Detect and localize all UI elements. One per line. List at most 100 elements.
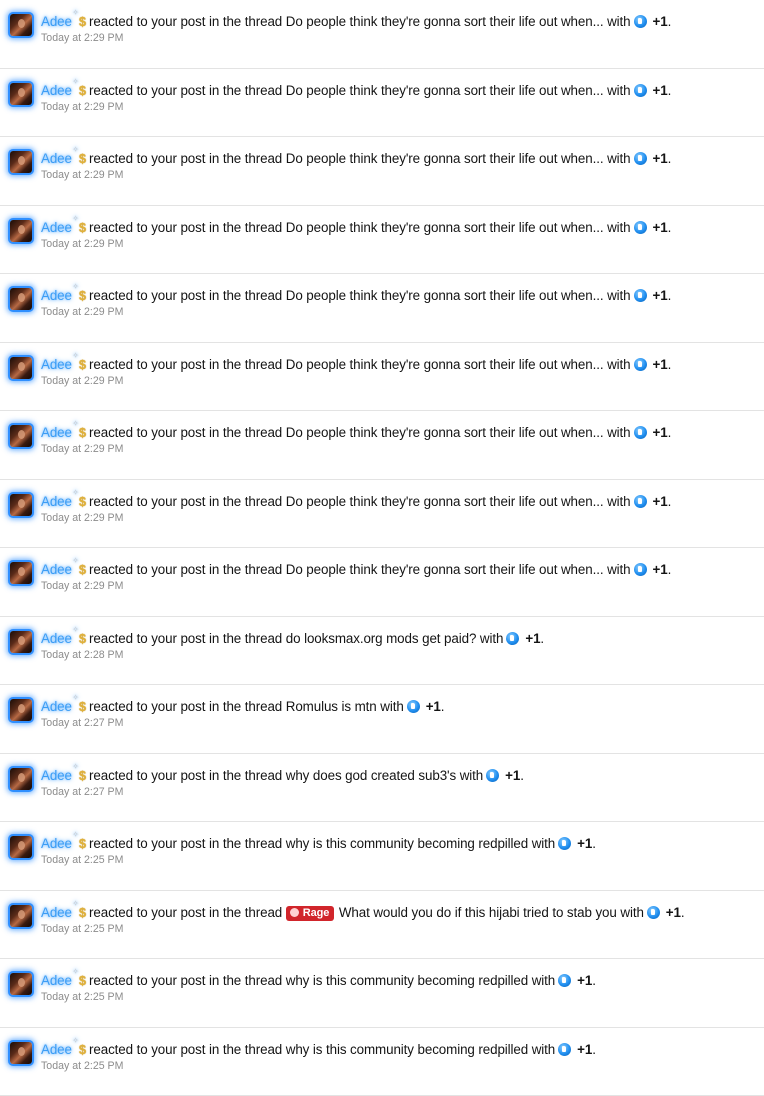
reaction-label: +1 bbox=[653, 151, 668, 166]
alert-item[interactable]: Adee✧$reacted to your post in the thread… bbox=[0, 959, 764, 1028]
alert-period: . bbox=[668, 562, 672, 577]
username-link[interactable]: Adee✧ bbox=[41, 905, 72, 920]
alert-action-text: reacted to your post in the thread bbox=[89, 905, 282, 920]
alert-item[interactable]: Adee✧$reacted to your post in the thread… bbox=[0, 0, 764, 69]
avatar[interactable] bbox=[10, 768, 32, 790]
username-link[interactable]: Adee✧ bbox=[41, 220, 72, 235]
username-link[interactable]: Adee✧ bbox=[41, 357, 72, 372]
username-link[interactable]: Adee✧ bbox=[41, 768, 72, 783]
username-link[interactable]: Adee✧ bbox=[41, 562, 72, 577]
thread-title-link[interactable]: Do people think they're gonna sort their… bbox=[286, 83, 604, 98]
avatar[interactable] bbox=[10, 699, 32, 721]
username-link[interactable]: Adee✧ bbox=[41, 425, 72, 440]
alert-period: . bbox=[520, 768, 524, 783]
avatar[interactable] bbox=[10, 494, 32, 516]
username-link[interactable]: Adee✧ bbox=[41, 836, 72, 851]
username-link[interactable]: Adee✧ bbox=[41, 494, 72, 509]
avatar[interactable] bbox=[10, 220, 32, 242]
avatar[interactable] bbox=[10, 973, 32, 995]
alert-with-text: with bbox=[607, 14, 630, 29]
sparkle-icon: ✧ bbox=[72, 215, 79, 223]
coin-icon: $ bbox=[79, 630, 86, 648]
alert-item[interactable]: Adee✧$reacted to your post in the thread… bbox=[0, 1028, 764, 1096]
sparkle-icon: ✧ bbox=[72, 694, 79, 702]
alert-timestamp: Today at 2:27 PM bbox=[41, 717, 123, 729]
alert-item[interactable]: Adee✧$reacted to your post in the thread… bbox=[0, 69, 764, 138]
sparkle-icon: ✧ bbox=[72, 420, 79, 428]
username-link[interactable]: Adee✧ bbox=[41, 1042, 72, 1057]
alert-period: . bbox=[668, 220, 672, 235]
avatar[interactable] bbox=[10, 14, 32, 36]
thread-title-link[interactable]: Do people think they're gonna sort their… bbox=[286, 288, 604, 303]
alert-item[interactable]: Adee✧ $reacted to your post in the thread… bbox=[0, 617, 764, 686]
username-link[interactable]: Adee✧ bbox=[41, 631, 72, 646]
username-link[interactable]: Adee✧ bbox=[41, 699, 72, 714]
alert-item[interactable]: Adee✧$reacted to your post in the thread… bbox=[0, 343, 764, 412]
alert-text: Adee✧$reacted to your post in the thread… bbox=[41, 972, 596, 990]
alert-timestamp: Today at 2:29 PM bbox=[41, 375, 123, 387]
reaction-label: +1 bbox=[577, 973, 592, 988]
alert-item[interactable]: Adee✧$reacted to your post in the thread… bbox=[0, 480, 764, 549]
username-text: Adee bbox=[41, 288, 72, 303]
thread-title-link[interactable]: Do people think they're gonna sort their… bbox=[286, 425, 604, 440]
alert-timestamp: Today at 2:25 PM bbox=[41, 854, 123, 866]
avatar[interactable] bbox=[10, 1042, 32, 1064]
username-link[interactable]: Adee✧ bbox=[41, 973, 72, 988]
like-icon bbox=[634, 426, 647, 439]
alert-item[interactable]: Adee✧$reacted to your post in the thread… bbox=[0, 891, 764, 960]
thread-prefix-badge[interactable]: Rage bbox=[286, 906, 335, 921]
reaction-label: +1 bbox=[653, 220, 668, 235]
alert-item[interactable]: Adee✧$reacted to your post in the thread… bbox=[0, 754, 764, 823]
sparkle-icon: ✧ bbox=[72, 9, 79, 17]
username-link[interactable]: Adee✧ bbox=[41, 14, 72, 29]
alert-action-text: reacted to your post in the thread bbox=[89, 631, 282, 646]
username-link[interactable]: Adee✧ bbox=[41, 83, 72, 98]
thread-title-link[interactable]: What would you do if this hijabi tried t… bbox=[339, 905, 617, 920]
avatar[interactable] bbox=[10, 83, 32, 105]
alert-text: Adee✧$reacted to your post in the thread… bbox=[41, 493, 671, 511]
thread-title-link[interactable]: do looksmax.org mods get paid? bbox=[286, 631, 477, 646]
alert-item[interactable]: Adee✧$reacted to your post in the thread… bbox=[0, 274, 764, 343]
sparkle-icon: ✧ bbox=[72, 489, 79, 497]
thread-title-link[interactable]: why is this community becoming redpilled bbox=[286, 1042, 528, 1057]
username-link[interactable]: Adee✧ bbox=[41, 151, 72, 166]
thread-title-link[interactable]: Do people think they're gonna sort their… bbox=[286, 151, 604, 166]
avatar[interactable] bbox=[10, 151, 32, 173]
alert-item[interactable]: Adee✧$reacted to your post in the thread… bbox=[0, 411, 764, 480]
avatar[interactable] bbox=[10, 836, 32, 858]
alert-period: . bbox=[668, 288, 672, 303]
thread-title-link[interactable]: why is this community becoming redpilled bbox=[286, 836, 528, 851]
thread-title-link[interactable]: why does god created sub3's bbox=[286, 768, 456, 783]
username-link[interactable]: Adee✧ bbox=[41, 288, 72, 303]
alert-item[interactable]: Adee✧$reacted to your post in the thread… bbox=[0, 685, 764, 754]
avatar[interactable] bbox=[10, 562, 32, 584]
thread-prefix-label: Rage bbox=[303, 907, 330, 919]
thread-title-link[interactable]: Do people think they're gonna sort their… bbox=[286, 14, 604, 29]
thread-title-link[interactable]: Do people think they're gonna sort their… bbox=[286, 357, 604, 372]
avatar[interactable] bbox=[10, 357, 32, 379]
thread-title-link[interactable]: Do people think they're gonna sort their… bbox=[286, 562, 604, 577]
alert-period: . bbox=[668, 83, 672, 98]
alert-text: Adee✧$reacted to your post in the thread… bbox=[41, 82, 671, 100]
alert-item[interactable]: Adee✧$reacted to your post in the thread… bbox=[0, 822, 764, 891]
alert-item[interactable]: Adee✧$reacted to your post in the thread… bbox=[0, 206, 764, 275]
avatar[interactable] bbox=[10, 288, 32, 310]
alert-item[interactable]: Adee✧$reacted to your post in the thread… bbox=[0, 548, 764, 617]
alert-action-text: reacted to your post in the thread bbox=[89, 14, 282, 29]
thread-title-link[interactable]: Romulus is mtn bbox=[286, 699, 377, 714]
thread-title-link[interactable]: why is this community becoming redpilled bbox=[286, 973, 528, 988]
alert-item[interactable]: Adee✧$reacted to your post in the thread… bbox=[0, 137, 764, 206]
avatar[interactable] bbox=[10, 631, 32, 653]
like-icon bbox=[634, 563, 647, 576]
username-text: Adee bbox=[41, 631, 72, 646]
coin-icon: $ bbox=[79, 1041, 86, 1059]
thread-title-link[interactable]: Do people think they're gonna sort their… bbox=[286, 220, 604, 235]
alert-with-text: with bbox=[620, 905, 643, 920]
avatar[interactable] bbox=[10, 425, 32, 447]
thread-title-link[interactable]: Do people think they're gonna sort their… bbox=[286, 494, 604, 509]
alert-with-text: with bbox=[480, 631, 503, 646]
alert-text: Adee✧$reacted to your post in the thread… bbox=[41, 835, 596, 853]
alert-period: . bbox=[668, 357, 672, 372]
coin-icon: $ bbox=[79, 698, 86, 716]
avatar[interactable] bbox=[10, 905, 32, 927]
